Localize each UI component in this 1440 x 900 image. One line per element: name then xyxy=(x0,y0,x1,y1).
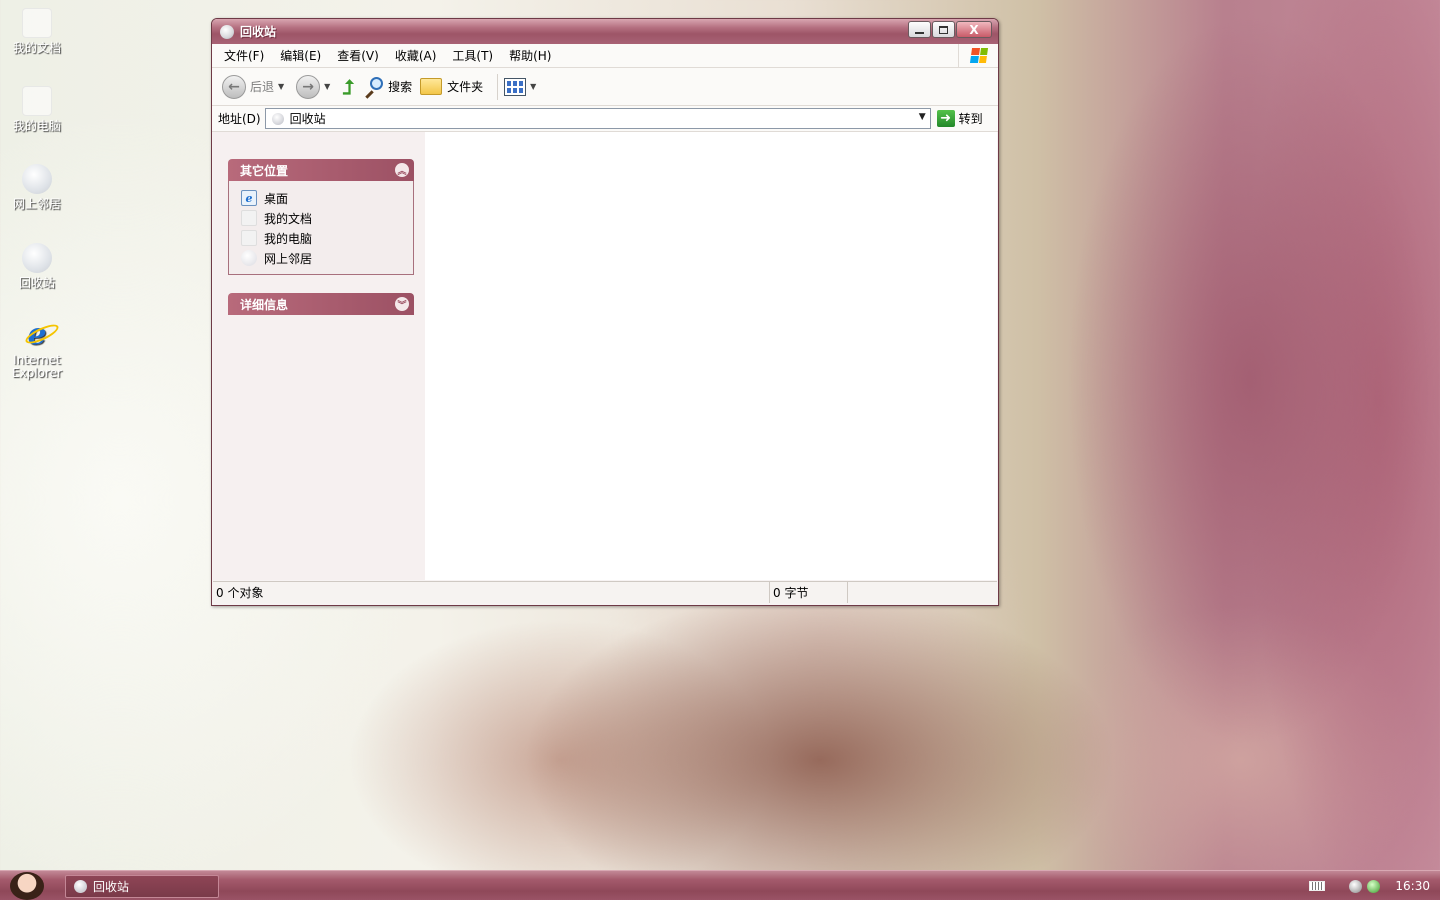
place-label: 我的文档 xyxy=(264,211,313,226)
search-icon xyxy=(362,76,384,99)
network-places-icon xyxy=(241,250,257,266)
place-network[interactable]: 网上邻居 xyxy=(241,248,413,268)
maximize-icon xyxy=(939,25,948,34)
network-places-icon xyxy=(22,164,52,194)
menu-bar: 文件(F) 编辑(E) 查看(V) 收藏(A) 工具(T) 帮助(H) xyxy=(212,44,998,68)
status-bar: 0 个对象 0 字节 xyxy=(213,581,997,603)
my-documents-icon xyxy=(241,210,257,226)
back-arrow-icon: ← xyxy=(222,74,246,99)
menu-edit[interactable]: 编辑(E) xyxy=(272,47,329,64)
toolbar-separator xyxy=(497,73,499,100)
desktop-icon-label: Explorer xyxy=(12,366,62,380)
recycle-bin-window: 回收站 X 文件(F) 编辑(E) 查看(V) 收藏(A) 工具(T) 帮助(H… xyxy=(211,18,999,606)
go-button[interactable]: ➜ 转到 xyxy=(936,110,983,127)
file-list-area[interactable] xyxy=(425,132,997,580)
minimize-button[interactable] xyxy=(908,21,931,38)
views-icon xyxy=(504,77,527,96)
desktop-icon-network-places[interactable]: 网上邻居 xyxy=(6,164,68,211)
other-places-header[interactable]: 其它位置 ︽ xyxy=(228,159,414,181)
back-dropdown-icon[interactable]: ▼ xyxy=(278,82,284,91)
status-zone xyxy=(848,582,997,603)
desktop-icon-label: 回收站 xyxy=(18,276,55,290)
title-bar[interactable]: 回收站 X xyxy=(212,19,998,44)
menu-view[interactable]: 查看(V) xyxy=(329,47,387,64)
menu-file[interactable]: 文件(F) xyxy=(216,47,272,64)
address-value: 回收站 xyxy=(289,112,326,126)
task-pane: 其它位置 ︽ e 桌面 我的文档 我的电脑 网上邻居 详细信息 ︾ xyxy=(213,132,425,580)
views-button[interactable]: ▼ xyxy=(504,77,540,96)
start-button[interactable] xyxy=(10,872,44,900)
security-shield-icon[interactable] xyxy=(1367,879,1381,893)
place-label: 网上邻居 xyxy=(264,251,313,266)
my-documents-icon xyxy=(22,8,52,38)
place-label: 桌面 xyxy=(264,191,289,206)
address-field[interactable]: 回收站 ▼ xyxy=(264,108,931,129)
forward-dropdown-icon[interactable]: ▼ xyxy=(324,82,330,91)
windows-logo-icon xyxy=(958,44,998,67)
window-body: 其它位置 ︽ e 桌面 我的文档 我的电脑 网上邻居 详细信息 ︾ xyxy=(213,132,997,580)
close-button[interactable]: X xyxy=(956,21,992,38)
recycle-bin-icon xyxy=(74,880,87,893)
place-label: 我的电脑 xyxy=(264,231,313,246)
desktop-icon-label: 我的文档 xyxy=(12,41,61,55)
window-title: 回收站 xyxy=(240,25,277,39)
desktop-icon-my-computer[interactable]: 我的电脑 xyxy=(6,86,68,133)
other-places-title: 其它位置 xyxy=(240,163,289,178)
keyboard-icon[interactable] xyxy=(1309,881,1326,891)
minimize-icon xyxy=(915,31,924,34)
details-panel: 详细信息 ︾ xyxy=(228,293,414,315)
collapse-icon[interactable]: ︽ xyxy=(395,163,409,177)
back-label: 后退 xyxy=(250,80,275,94)
menu-tools[interactable]: 工具(T) xyxy=(444,47,501,64)
other-places-panel: 其它位置 ︽ e 桌面 我的文档 我的电脑 网上邻居 xyxy=(228,159,414,275)
taskbar-item-label: 回收站 xyxy=(93,880,130,894)
taskbar: 回收站 16:30 xyxy=(0,870,1440,900)
place-my-computer[interactable]: 我的电脑 xyxy=(241,228,413,248)
address-label: 地址(D) xyxy=(218,112,261,126)
go-arrow-icon: ➜ xyxy=(936,110,955,127)
up-arrow-icon: ⮥ xyxy=(342,74,355,99)
views-dropdown-icon[interactable]: ▼ xyxy=(530,82,536,91)
place-desktop[interactable]: e 桌面 xyxy=(241,188,413,208)
details-title: 详细信息 xyxy=(240,297,289,312)
go-label: 转到 xyxy=(958,112,983,126)
folder-icon xyxy=(420,78,443,95)
status-byte-count: 0 字节 xyxy=(770,582,848,603)
details-header[interactable]: 详细信息 ︾ xyxy=(228,293,414,315)
desktop-icon-recycle-bin[interactable]: 回收站 xyxy=(6,243,68,290)
clock[interactable]: 16:30 xyxy=(1395,879,1430,893)
search-label: 搜索 xyxy=(388,80,413,94)
toolbar: ← 后退 ▼ → ▼ ⮥ 搜索 文件夹 ▼ xyxy=(212,68,998,106)
address-dropdown-icon[interactable]: ▼ xyxy=(919,112,926,122)
menu-help[interactable]: 帮助(H) xyxy=(501,47,559,64)
status-object-count: 0 个对象 xyxy=(213,582,770,603)
taskbar-item-recycle-bin[interactable]: 回收站 xyxy=(65,875,219,898)
desktop-icon-internet-explorer[interactable]: e Internet Explorer xyxy=(6,320,68,380)
desktop-icon-my-documents[interactable]: 我的文档 xyxy=(6,8,68,55)
volume-icon[interactable] xyxy=(1349,879,1363,893)
recycle-bin-icon xyxy=(220,24,234,39)
folders-label: 文件夹 xyxy=(447,80,484,94)
internet-explorer-icon: e xyxy=(22,320,62,350)
folders-button[interactable]: 文件夹 xyxy=(420,78,483,95)
address-bar: 地址(D) 回收站 ▼ ➜ 转到 xyxy=(212,106,998,132)
my-computer-icon xyxy=(241,230,257,246)
system-tray: 16:30 xyxy=(1309,871,1440,900)
back-button[interactable]: ← 后退 ▼ xyxy=(222,74,288,99)
maximize-button[interactable] xyxy=(932,21,955,38)
up-folder-button[interactable]: ⮥ xyxy=(342,75,354,99)
place-my-documents[interactable]: 我的文档 xyxy=(241,208,413,228)
my-computer-icon xyxy=(22,86,52,116)
menu-favorites[interactable]: 收藏(A) xyxy=(387,47,445,64)
expand-icon[interactable]: ︾ xyxy=(395,297,409,311)
forward-arrow-icon: → xyxy=(296,74,321,99)
search-button[interactable]: 搜索 xyxy=(362,76,413,99)
desktop-icon-label: 网上邻居 xyxy=(12,197,61,211)
desktop-icon: e xyxy=(241,190,257,206)
recycle-bin-icon xyxy=(271,112,284,125)
forward-button[interactable]: → ▼ xyxy=(296,74,334,99)
recycle-bin-icon xyxy=(22,243,52,273)
desktop-icon-label: 我的电脑 xyxy=(12,119,61,133)
